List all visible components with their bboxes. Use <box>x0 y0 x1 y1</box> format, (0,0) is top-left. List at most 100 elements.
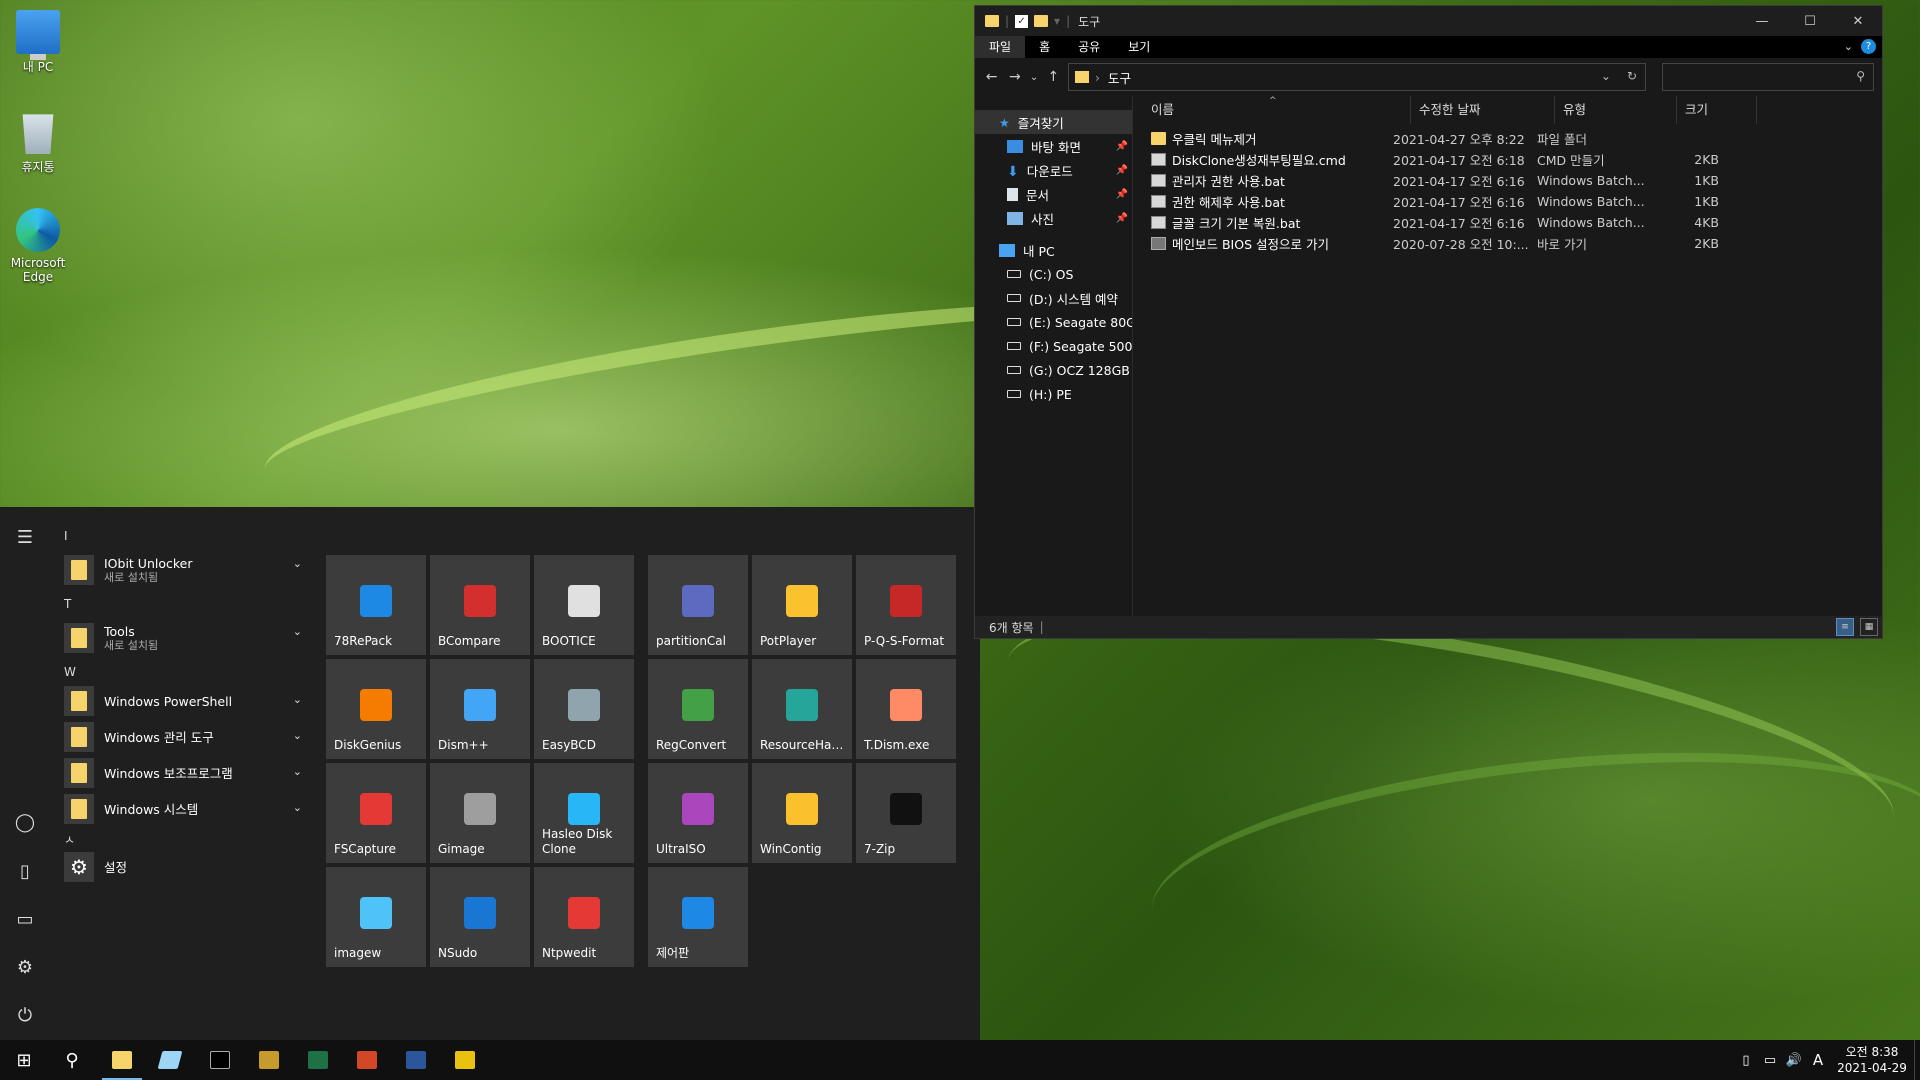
file-row[interactable]: 메인보드 BIOS 설정으로 가기 2020-07-28 오전 10:... 바로 … <box>1133 233 1882 254</box>
app-item-settings[interactable]: ⚙ 설정 <box>58 849 308 885</box>
pin-icon[interactable]: 📌 <box>1116 141 1128 152</box>
app-tile[interactable]: 제어판 <box>648 867 748 967</box>
power-icon[interactable]: ⏻ <box>12 1003 38 1029</box>
app-tile[interactable]: WinContig <box>752 763 852 863</box>
app-tile[interactable]: BOOTICE <box>534 555 634 655</box>
search-button[interactable]: ⚲ <box>48 1040 96 1080</box>
file-row[interactable]: 관리자 권한 사용.bat 2021-04-17 오전 6:16 Windows B… <box>1133 170 1882 191</box>
desktop-icon-edge[interactable]: Microsoft Edge <box>6 208 70 284</box>
customize-toolbar-icon[interactable]: ▾ <box>1054 14 1060 28</box>
app-tile[interactable]: partitionCal <box>648 555 748 655</box>
tab-home[interactable]: 홈 <box>1025 36 1064 58</box>
tab-view[interactable]: 보기 <box>1114 36 1164 58</box>
app-tile[interactable]: RegConvert <box>648 659 748 759</box>
nav-item-drive[interactable]: (E:) Seagate 80GE <box>975 310 1132 334</box>
user-account-icon[interactable]: ◯ <box>12 810 38 836</box>
file-row[interactable]: DiskClone생성재부팅필요.cmd 2021-04-17 오전 6:18 CM… <box>1133 149 1882 170</box>
nav-item-pictures[interactable]: 사진 📌 <box>975 206 1132 230</box>
nav-item-documents[interactable]: 문서 📌 <box>975 182 1132 206</box>
file-row[interactable]: 우클릭 메뉴제거 2021-04-27 오후 8:22 파일 폴더 <box>1133 128 1882 149</box>
letter-header[interactable]: I <box>58 525 308 547</box>
app-tile[interactable]: 7-Zip <box>856 763 956 863</box>
details-view-button[interactable]: ≡ <box>1836 618 1854 636</box>
nav-item-drive[interactable]: (D:) 시스템 예약 <box>975 286 1132 310</box>
back-arrow-icon[interactable]: ← <box>983 69 1000 85</box>
title-bar[interactable]: | ✓ ▾ | 도구 — ☐ ✕ <box>975 6 1882 36</box>
close-button[interactable]: ✕ <box>1834 6 1882 36</box>
app-item-tools[interactable]: Tools 새로 설치됨 ⌄ <box>58 615 308 661</box>
tab-file[interactable]: 파일 <box>975 36 1026 58</box>
app-tile[interactable]: Ntpwedit <box>534 867 634 967</box>
file-row[interactable]: 글꼴 크기 기본 복원.bat 2021-04-17 오전 6:16 Windows… <box>1133 212 1882 233</box>
app-tile[interactable]: DiskGenius <box>326 659 426 759</box>
app-tile[interactable]: PotPlayer <box>752 555 852 655</box>
hamburger-menu-icon[interactable]: ☰ <box>12 525 38 551</box>
recent-locations-icon[interactable]: ⌄ <box>1029 72 1038 83</box>
new-folder-icon[interactable] <box>1034 15 1049 27</box>
clock[interactable]: 오전 8:38 2021-04-29 <box>1830 1044 1914 1076</box>
app-tile[interactable]: Hasleo Disk Clone <box>534 763 634 863</box>
column-header-date[interactable]: 수정한 날짜 <box>1411 96 1555 124</box>
nav-item-desktop[interactable]: 바탕 화면 📌 <box>975 134 1132 158</box>
app-item-iobit-unlocker[interactable]: IObit Unlocker 새로 설치됨 ⌄ <box>58 547 308 593</box>
app-tile[interactable]: FSCapture <box>326 763 426 863</box>
file-row[interactable]: 권한 해제후 사용.bat 2021-04-17 오전 6:16 Windows B… <box>1133 191 1882 212</box>
taskbar-app-hangul[interactable] <box>441 1040 489 1080</box>
search-input[interactable]: ⚲ <box>1662 63 1874 91</box>
minimize-button[interactable]: — <box>1738 6 1786 36</box>
app-item-accessories[interactable]: Windows 보조프로그램 ⌄ <box>58 755 308 791</box>
taskbar-file-explorer[interactable] <box>98 1040 146 1080</box>
usb-device-icon[interactable]: ▯ <box>1734 1053 1758 1068</box>
pictures-icon[interactable]: ▭ <box>12 907 38 933</box>
app-tile[interactable]: NSudo <box>430 867 530 967</box>
forward-arrow-icon[interactable]: → <box>1006 69 1023 85</box>
app-tile[interactable]: EasyBCD <box>534 659 634 759</box>
desktop-icon-this-pc[interactable]: 내 PC <box>6 10 70 75</box>
breadcrumb-chevron-icon[interactable]: › <box>1095 70 1100 85</box>
start-button[interactable]: ⊞ <box>0 1040 48 1080</box>
nav-item-drive[interactable]: (F:) Seagate 500G <box>975 334 1132 358</box>
documents-icon[interactable]: ▯ <box>12 859 38 885</box>
taskbar-app-tool[interactable] <box>245 1040 293 1080</box>
column-header-type[interactable]: 유형 <box>1555 96 1677 124</box>
letter-header[interactable]: ㅅ <box>58 827 308 849</box>
nav-item-downloads[interactable]: ⬇ 다운로드 📌 <box>975 158 1132 182</box>
app-tile[interactable]: UltraISO <box>648 763 748 863</box>
letter-header[interactable]: T <box>58 593 308 615</box>
refresh-icon[interactable]: ↻ <box>1627 69 1637 83</box>
show-desktop-button[interactable] <box>1914 1040 1920 1080</box>
app-tile[interactable]: Gimage <box>430 763 530 863</box>
taskbar-app-word[interactable] <box>392 1040 440 1080</box>
app-tile[interactable]: BCompare <box>430 555 530 655</box>
nav-item-drive[interactable]: (C:) OS <box>975 262 1132 286</box>
app-tile[interactable]: P-Q-S-Format <box>856 555 956 655</box>
taskbar-app-excel[interactable] <box>294 1040 342 1080</box>
address-history-icon[interactable]: ⌄ <box>1601 69 1611 83</box>
expand-ribbon-icon[interactable]: ⌄ <box>1844 40 1853 53</box>
app-tile[interactable]: imagew <box>326 867 426 967</box>
settings-gear-icon[interactable]: ⚙ <box>12 955 38 981</box>
maximize-button[interactable]: ☐ <box>1786 6 1834 36</box>
taskbar-app-powerpoint[interactable] <box>343 1040 391 1080</box>
column-header-size[interactable]: 크기 <box>1677 96 1757 124</box>
taskbar-app-command-prompt[interactable] <box>196 1040 244 1080</box>
tab-share[interactable]: 공유 <box>1064 36 1114 58</box>
app-tile[interactable]: T.Dism.exe <box>856 659 956 759</box>
pin-icon[interactable]: 📌 <box>1116 213 1128 224</box>
nav-item-drive[interactable]: (G:) OCZ 128GB <box>975 358 1132 382</box>
network-icon[interactable]: ▭ <box>1758 1053 1782 1068</box>
app-tile[interactable]: ResourceHac... <box>752 659 852 759</box>
app-tile[interactable]: Dism++ <box>430 659 530 759</box>
app-item-admin-tools[interactable]: Windows 관리 도구 ⌄ <box>58 719 308 755</box>
desktop-icon-recycle-bin[interactable]: 휴지통 <box>6 110 70 175</box>
large-icons-view-button[interactable]: ▦ <box>1860 618 1878 636</box>
letter-header[interactable]: W <box>58 661 308 683</box>
app-item-powershell[interactable]: Windows PowerShell ⌄ <box>58 683 308 719</box>
nav-item-quick-access[interactable]: ★ 즐겨찾기 <box>975 110 1132 134</box>
address-bar[interactable]: › 도구 ⌄ ↻ <box>1068 63 1646 91</box>
app-item-windows-system[interactable]: Windows 시스템 ⌄ <box>58 791 308 827</box>
up-arrow-icon[interactable]: ↑ <box>1045 69 1062 85</box>
app-tile[interactable]: 78RePack <box>326 555 426 655</box>
input-method-indicator[interactable]: A <box>1806 1051 1830 1069</box>
properties-icon[interactable]: ✓ <box>1015 14 1029 28</box>
